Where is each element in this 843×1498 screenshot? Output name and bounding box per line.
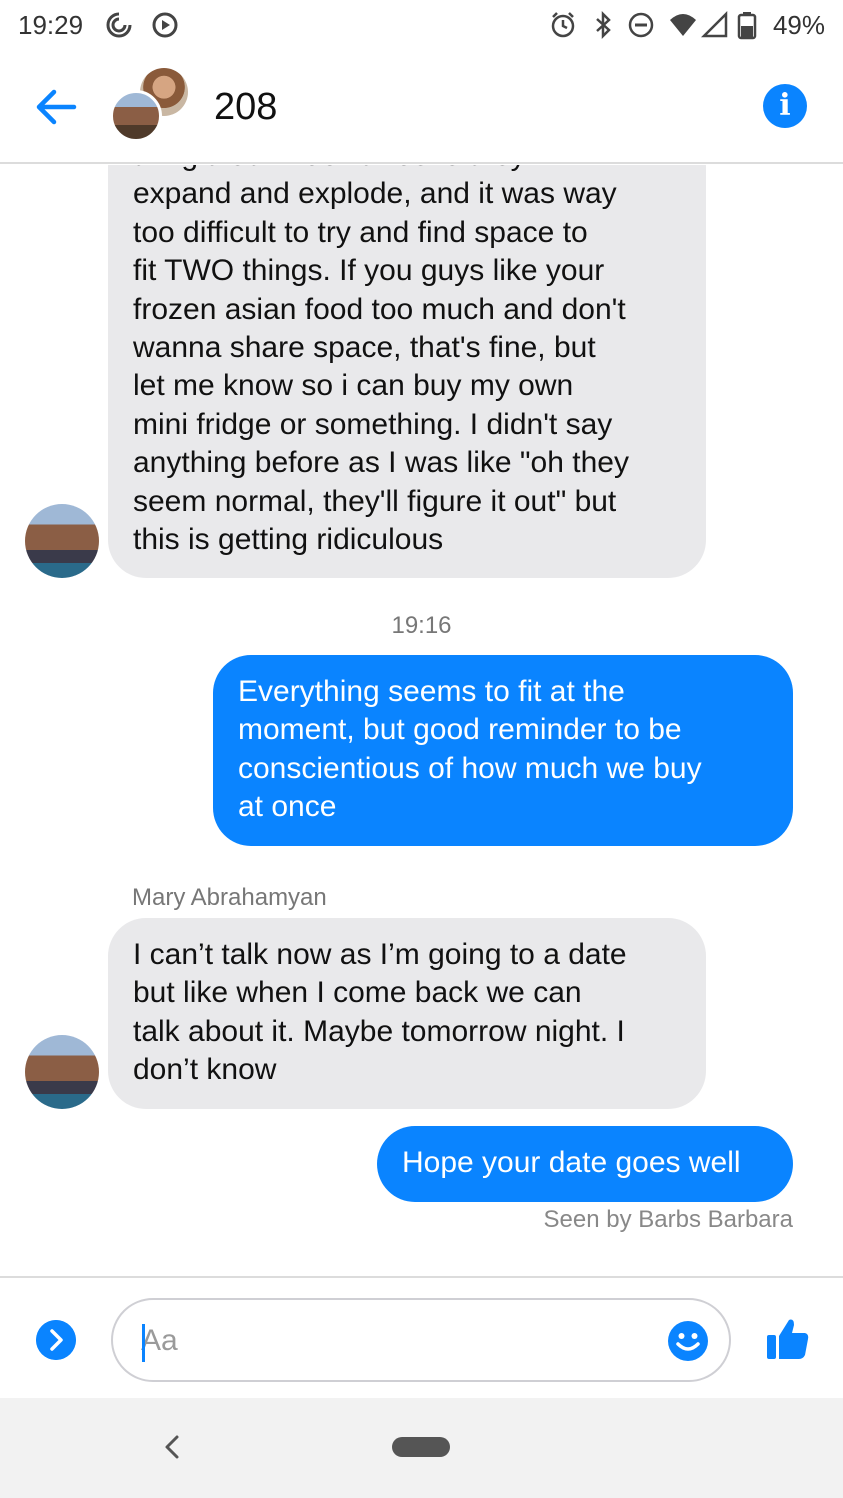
message-line: too difficult to try and find space to — [133, 215, 588, 249]
message-composer — [0, 1276, 843, 1398]
wifi-icon — [670, 14, 696, 36]
message-line: wanna share space, that's fine, but — [133, 331, 596, 365]
arrow-left-icon[interactable] — [30, 80, 84, 134]
sender-avatar[interactable] — [25, 504, 99, 578]
message-line: this is getting ridiculous — [133, 523, 444, 557]
vpn-key-icon — [106, 12, 132, 38]
alarm-icon — [551, 12, 575, 38]
do-not-disturb-icon — [628, 12, 654, 38]
sender-name: Mary Abrahamyan — [132, 884, 327, 911]
outgoing-message-bubble[interactable]: Hope your date goes well — [377, 1126, 793, 1202]
message-line: let me know so i can buy my own — [133, 369, 574, 403]
conversation-header: 208 i — [0, 50, 843, 164]
battery-percentage: 49% — [772, 10, 825, 40]
message-line: anything before as I was like "oh they — [133, 446, 629, 480]
system-navigation-bar — [0, 1398, 843, 1498]
message-line: don’t know — [133, 1053, 277, 1087]
group-avatar[interactable] — [110, 68, 194, 148]
chevron-right-icon[interactable] — [36, 1320, 76, 1360]
message-timestamp: 19:16 — [391, 612, 452, 639]
status-bar: 19:29 49% — [0, 0, 843, 50]
message-line: conscientious of how much we buy — [238, 751, 702, 785]
home-pill-icon[interactable] — [392, 1437, 450, 1457]
sender-avatar[interactable] — [25, 1035, 99, 1109]
message-line: I can’t talk now as I’m going to a date — [133, 938, 627, 971]
message-line: mini fridge or something. I didn't say — [133, 407, 613, 441]
message-line: talk about it. Maybe tomorrow night. I — [133, 1014, 625, 1048]
message-line: fit TWO things. If you guys like your — [133, 254, 605, 288]
emoji-icon[interactable] — [667, 1320, 709, 1362]
message-input[interactable] — [141, 1316, 641, 1366]
message-line: moment, but good reminder to be — [238, 713, 682, 747]
play-circle-icon — [152, 12, 178, 38]
info-icon[interactable]: i — [763, 84, 807, 128]
message-line: Hope your date goes well — [402, 1146, 741, 1179]
outgoing-message-bubble[interactable]: Everything seems to fit at the moment, b… — [213, 655, 793, 846]
message-line: seem normal, they'll figure it out" but — [133, 484, 617, 518]
nav-back-icon[interactable] — [160, 1432, 184, 1462]
message-line: but like when I come back we can — [133, 976, 582, 1010]
conversation-title[interactable]: 208 — [214, 86, 277, 129]
cell-signal-icon — [700, 10, 728, 38]
bluetooth-icon — [596, 10, 611, 40]
seen-receipt: Seen by Barbs Barbara — [543, 1206, 793, 1233]
text-caret — [142, 1324, 145, 1362]
message-input-box[interactable] — [111, 1298, 731, 1382]
status-time: 19:29 — [18, 10, 84, 40]
incoming-message-bubble[interactable]: I can’t talk now as I’m going to a date … — [108, 918, 706, 1109]
member-avatar — [110, 90, 162, 142]
thumbs-up-icon[interactable] — [765, 1316, 811, 1362]
message-line: at once — [238, 790, 337, 824]
message-line: expand and explode, and it was way — [133, 177, 617, 211]
message-list[interactable]: thing that if I don't freeze they will e… — [0, 165, 843, 1275]
message-line: Everything seems to fit at the — [238, 675, 625, 708]
message-line: frozen asian food too much and don't — [133, 292, 626, 326]
incoming-message-bubble[interactable]: thing that if I don't freeze they will e… — [108, 165, 706, 578]
battery-icon — [737, 12, 757, 40]
message-line: thing that if I don't freeze they will — [133, 165, 681, 175]
